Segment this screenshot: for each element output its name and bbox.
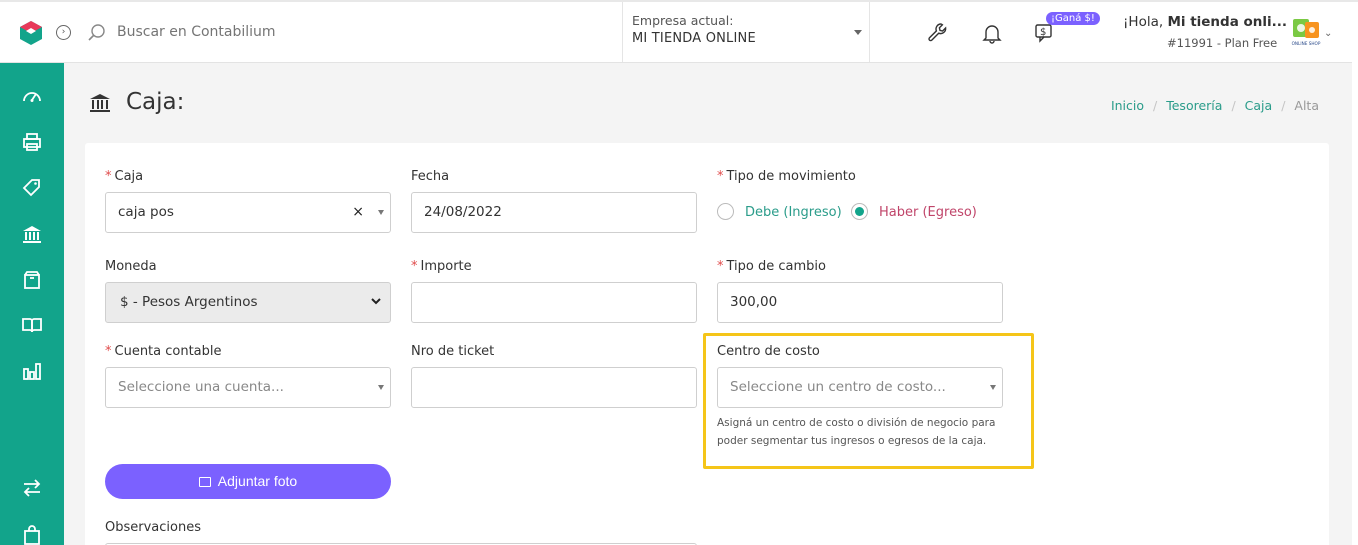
required-mark: * — [411, 259, 418, 274]
empresa-selector[interactable]: Empresa actual: MI TIENDA ONLINE — [622, 2, 870, 62]
bank-icon[interactable] — [21, 223, 43, 245]
moneda-select[interactable]: $ - Pesos Argentinos — [105, 282, 391, 323]
empresa-value: MI TIENDA ONLINE — [632, 31, 756, 46]
breadcrumb: Inicio / Tesorería / Caja / Alta — [1111, 98, 1319, 113]
image-icon — [198, 477, 211, 487]
cuenta-contable-label: * Cuenta contable — [105, 344, 222, 359]
cuenta-contable-select[interactable]: Seleccione una cuenta... — [105, 367, 391, 408]
top-bar: › Empresa actual: MI TIENDA ONLINE $ ¡Ga… — [0, 0, 1358, 63]
tipo-movimiento-label-text: Tipo de movimiento — [726, 169, 856, 184]
radio-haber[interactable] — [851, 203, 868, 220]
centro-costo-help: Asigná un centro de costo o división de … — [717, 417, 996, 447]
chevron-down-icon — [854, 30, 862, 35]
required-mark: * — [717, 259, 724, 274]
fecha-value: 24/08/2022 — [424, 204, 502, 220]
breadcrumb-separator: / — [1281, 98, 1286, 113]
caja-label: * Caja — [105, 169, 143, 184]
cuenta-placeholder: Seleccione una cuenta... — [118, 379, 284, 395]
breadcrumb-separator: / — [1231, 98, 1236, 113]
tipo-cambio-value: 300,00 — [730, 294, 778, 310]
importe-label-text: Importe — [420, 259, 472, 274]
scrollbar[interactable] — [1352, 2, 1358, 545]
fecha-input[interactable]: 24/08/2022 — [411, 192, 697, 233]
radio-debe[interactable] — [717, 203, 734, 220]
required-mark: * — [105, 169, 112, 184]
tag-icon[interactable] — [21, 177, 43, 199]
required-mark: * — [717, 169, 724, 184]
breadcrumb-tesoreria[interactable]: Tesorería — [1166, 98, 1222, 113]
fecha-label: Fecha — [411, 169, 450, 184]
money-chat-icon[interactable]: $ — [1034, 22, 1056, 44]
book-icon[interactable] — [21, 314, 43, 336]
page-title: Caja: — [126, 89, 185, 115]
breadcrumb-current: Alta — [1294, 98, 1319, 113]
caja-label-text: Caja — [114, 169, 144, 184]
chevron-down-icon — [378, 385, 384, 390]
transfer-icon[interactable] — [21, 477, 43, 499]
avatar[interactable]: ONLINE SHOP — [1289, 13, 1323, 47]
clear-icon[interactable]: × — [352, 193, 364, 232]
chevron-down-icon — [378, 210, 384, 215]
caja-select[interactable]: caja pos × — [105, 192, 391, 233]
wrench-icon[interactable] — [927, 22, 949, 44]
plan-info: #11991 - Plan Free — [1167, 36, 1278, 50]
gana-badge[interactable]: ¡Ganá $! — [1046, 12, 1100, 25]
tipo-cambio-input[interactable]: 300,00 — [717, 282, 1003, 323]
importe-input[interactable] — [411, 282, 697, 323]
box-icon[interactable] — [21, 269, 43, 291]
user-greeting[interactable]: ¡Hola, Mi tienda onli... — [1123, 14, 1287, 30]
breadcrumb-separator: / — [1153, 98, 1158, 113]
search-input[interactable] — [117, 24, 417, 40]
caja-value: caja pos — [118, 204, 174, 220]
centro-costo-placeholder: Seleccione un centro de costo... — [730, 379, 946, 395]
user-name: Mi tienda onli... — [1167, 14, 1288, 30]
tipo-cambio-label-text: Tipo de cambio — [726, 259, 826, 274]
bank-icon — [90, 94, 110, 112]
dashboard-icon[interactable] — [21, 86, 43, 108]
chevron-down-icon — [371, 298, 381, 305]
expand-sidebar-icon[interactable]: › — [56, 25, 71, 40]
tipo-cambio-label: * Tipo de cambio — [717, 259, 826, 274]
contabilium-logo[interactable] — [18, 20, 44, 46]
breadcrumb-caja[interactable]: Caja — [1245, 98, 1273, 113]
bell-icon[interactable] — [981, 22, 1003, 44]
sidebar — [0, 63, 64, 545]
avatar-text: ONLINE SHOP — [1292, 41, 1321, 46]
required-mark: * — [105, 344, 112, 359]
moneda-value: $ - Pesos Argentinos — [120, 294, 258, 310]
svg-text:$: $ — [1040, 27, 1046, 38]
bar-chart-icon[interactable] — [21, 360, 43, 382]
centro-costo-label: Centro de costo — [717, 344, 820, 359]
adjuntar-foto-label: Adjuntar foto — [217, 473, 298, 489]
radio-debe-label[interactable]: Debe (Ingreso) — [745, 205, 842, 220]
cuenta-contable-label-text: Cuenta contable — [114, 344, 222, 359]
chevron-down-icon[interactable]: ⌄ — [1324, 28, 1332, 39]
radio-haber-label[interactable]: Haber (Egreso) — [879, 205, 977, 220]
search-icon — [88, 24, 105, 41]
greeting-prefix: ¡Hola, — [1123, 14, 1168, 30]
breadcrumb-inicio[interactable]: Inicio — [1111, 98, 1144, 113]
moneda-label: Moneda — [105, 259, 157, 274]
printer-icon[interactable] — [21, 131, 43, 153]
nro-ticket-input[interactable] — [411, 367, 697, 408]
nro-ticket-label: Nro de ticket — [411, 344, 495, 359]
adjuntar-foto-button[interactable]: Adjuntar foto — [105, 464, 391, 499]
empresa-label: Empresa actual: — [632, 13, 734, 28]
chevron-down-icon — [990, 385, 996, 390]
tipo-movimiento-label: * Tipo de movimiento — [717, 169, 856, 184]
observaciones-label: Observaciones — [105, 520, 201, 535]
importe-label: * Importe — [411, 259, 472, 274]
bag-icon[interactable] — [21, 523, 43, 545]
centro-costo-select[interactable]: Seleccione un centro de costo... — [717, 367, 1003, 408]
